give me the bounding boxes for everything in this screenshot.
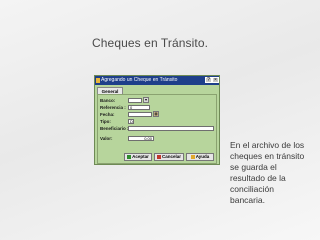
cancel-button-label: Cancelar: [161, 154, 181, 159]
dialog-title: Agregando un Cheque en Tránsito: [101, 77, 178, 83]
fecha-field[interactable]: [128, 112, 152, 117]
valor-label: Valor:: [100, 136, 113, 141]
accept-button[interactable]: Aceptar: [124, 153, 152, 161]
fecha-label: Fecha:: [100, 112, 115, 117]
tipo-label: Tipo:: [100, 119, 111, 124]
beneficiario-field[interactable]: [128, 126, 214, 131]
calendar-icon[interactable]: ▦: [153, 111, 159, 117]
accept-button-label: Aceptar: [132, 154, 149, 159]
check-icon: [127, 154, 132, 159]
slide-description: En el archivo de los cheques en tránsito…: [230, 140, 305, 205]
valor-field[interactable]: 0.00: [128, 136, 154, 141]
dialog-titlebar[interactable]: Agregando un Cheque en Tránsito ? ×: [95, 76, 219, 85]
beneficiario-label: Beneficiario :: [100, 126, 129, 131]
general-panel: Banco: ▾ Referencia : 0 Fecha: ▦ Tipo: D…: [97, 94, 217, 164]
help-button-label: Ayuda: [195, 154, 210, 159]
referencia-field[interactable]: 0: [128, 105, 150, 110]
question-icon: [190, 154, 195, 159]
referencia-label: Referencia :: [100, 105, 126, 110]
banco-label: Banco:: [100, 98, 116, 103]
slide-title: Cheques en Tránsito.: [92, 36, 209, 50]
help-icon[interactable]: ?: [205, 77, 212, 83]
add-check-dialog: Agregando un Cheque en Tránsito ? × Gene…: [94, 75, 220, 165]
close-icon[interactable]: ×: [212, 77, 219, 83]
tipo-field[interactable]: D: [128, 119, 134, 124]
cancel-button[interactable]: Cancelar: [154, 153, 184, 161]
banco-dropdown-icon[interactable]: ▾: [143, 97, 149, 103]
app-icon: [96, 78, 100, 83]
cancel-icon: [156, 154, 161, 159]
banco-field[interactable]: [128, 98, 142, 103]
help-button[interactable]: Ayuda: [186, 153, 214, 161]
